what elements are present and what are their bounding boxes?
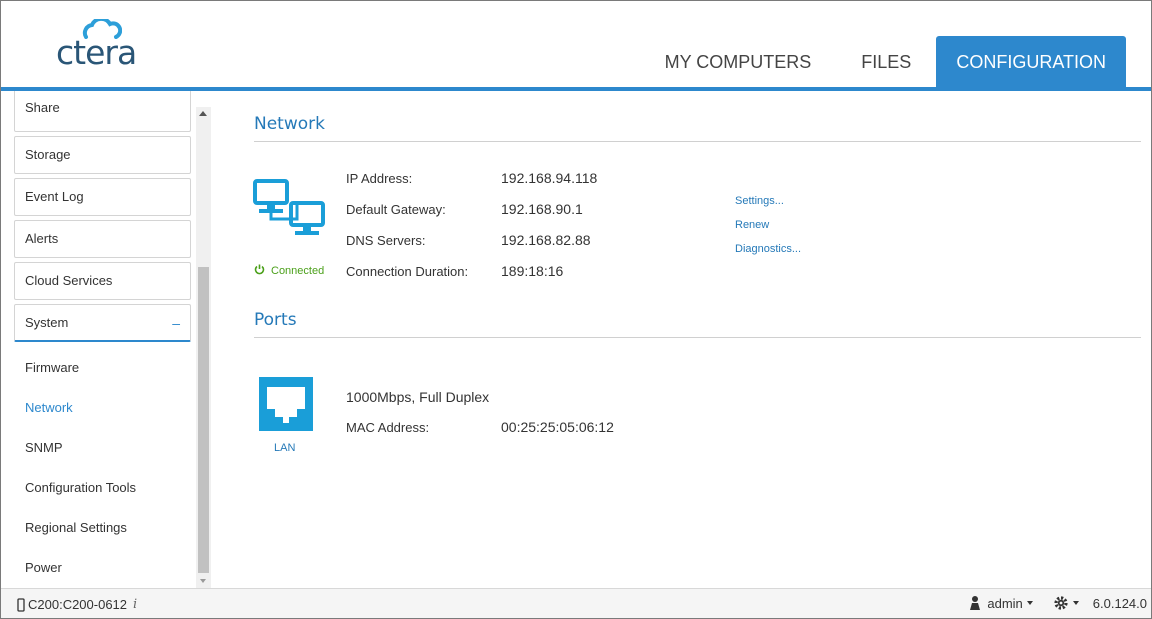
user-menu[interactable]: admin	[969, 595, 1033, 611]
sidebar-group-system-label: System	[25, 315, 69, 330]
user-icon	[970, 596, 981, 610]
collapse-icon[interactable]: –	[172, 305, 180, 341]
status-bar-right: admin 6.0.124.0	[969, 595, 1147, 611]
network-divider	[254, 141, 1141, 142]
settings-menu[interactable]	[1053, 595, 1079, 611]
device-icon	[17, 597, 25, 612]
ip-address-value: 192.168.94.118	[501, 170, 598, 186]
sidebar-group-event-log[interactable]: Event Log	[14, 178, 191, 216]
network-section-title: Network	[254, 114, 325, 134]
device-info: C200:C200-0612 i	[17, 597, 137, 612]
sidebar-group-cloud-services[interactable]: Cloud Services	[14, 262, 191, 300]
sidebar-item-firmware[interactable]: Firmware	[25, 360, 79, 375]
sidebar-group-storage[interactable]: Storage	[14, 136, 191, 174]
settings-link[interactable]: Settings...	[735, 195, 784, 207]
dns-servers-label: DNS Servers:	[346, 233, 426, 248]
version-number: 6.0.124.0	[1092, 595, 1147, 611]
tab-files[interactable]: FILES	[836, 36, 936, 87]
default-gateway-value: 192.168.90.1	[501, 201, 583, 217]
sidebar-group-share[interactable]: Share	[14, 91, 191, 132]
connection-duration-label: Connection Duration:	[346, 264, 469, 279]
header: ctera MY COMPUTERS FILES CONFIGURATION	[1, 1, 1151, 87]
power-icon	[254, 264, 265, 278]
info-icon[interactable]: i	[133, 597, 137, 612]
lan-port-icon	[259, 377, 313, 431]
status-bar: C200:C200-0612 i admin 6.0.124.0	[1, 588, 1151, 618]
connection-duration-value: 189:18:16	[501, 263, 564, 279]
sidebar-scrollbar[interactable]	[196, 107, 211, 588]
mac-address-value: 00:25:25:05:06:12	[501, 419, 614, 435]
sidebar-group-system[interactable]: System –	[14, 304, 191, 342]
main-tabs: MY COMPUTERS FILES CONFIGURATION	[640, 36, 1126, 87]
settings-menu-caret-icon	[1072, 601, 1079, 605]
network-computers-icon	[253, 179, 325, 235]
logo-text: ctera	[56, 33, 137, 72]
tab-configuration[interactable]: CONFIGURATION	[936, 36, 1126, 87]
main-content: Network Connected IP Address: 192.168.94…	[214, 91, 1151, 588]
diagnostics-link[interactable]: Diagnostics...	[735, 243, 801, 255]
sidebar-item-regional-settings[interactable]: Regional Settings	[25, 520, 127, 535]
sidebar-item-network[interactable]: Network	[25, 400, 73, 415]
port-speed: 1000Mbps, Full Duplex	[346, 389, 490, 405]
dns-servers-value: 192.168.82.88	[501, 232, 591, 248]
scrollbar-thumb[interactable]	[198, 267, 209, 573]
ctera-logo[interactable]: ctera	[56, 19, 166, 72]
default-gateway-label: Default Gateway:	[346, 202, 446, 217]
connection-status: Connected	[254, 264, 324, 278]
device-name: C200:C200-0612	[28, 597, 128, 612]
renew-link[interactable]: Renew	[735, 219, 769, 231]
sidebar-item-configuration-tools[interactable]: Configuration Tools	[25, 480, 136, 495]
app-window: ctera MY COMPUTERS FILES CONFIGURATION S…	[0, 0, 1152, 619]
sidebar-item-snmp[interactable]: SNMP	[25, 440, 63, 455]
sidebar-group-alerts[interactable]: Alerts	[14, 220, 191, 258]
tab-my-computers[interactable]: MY COMPUTERS	[640, 36, 837, 87]
ports-section-title: Ports	[254, 310, 297, 330]
ip-address-label: IP Address:	[346, 171, 413, 186]
lan-port-label: LAN	[274, 442, 296, 454]
user-name: admin	[987, 595, 1023, 611]
gear-icon	[1054, 596, 1068, 610]
ports-divider	[254, 337, 1141, 338]
scroll-up-arrow-icon[interactable]	[199, 111, 207, 116]
connection-status-label: Connected	[271, 264, 325, 277]
scroll-down-arrow-icon[interactable]	[200, 579, 206, 583]
user-menu-caret-icon	[1026, 601, 1033, 605]
sidebar-item-power[interactable]: Power	[25, 560, 62, 575]
sidebar: Share Storage Event Log Alerts Cloud Ser…	[1, 91, 213, 588]
mac-address-label: MAC Address:	[346, 420, 430, 435]
